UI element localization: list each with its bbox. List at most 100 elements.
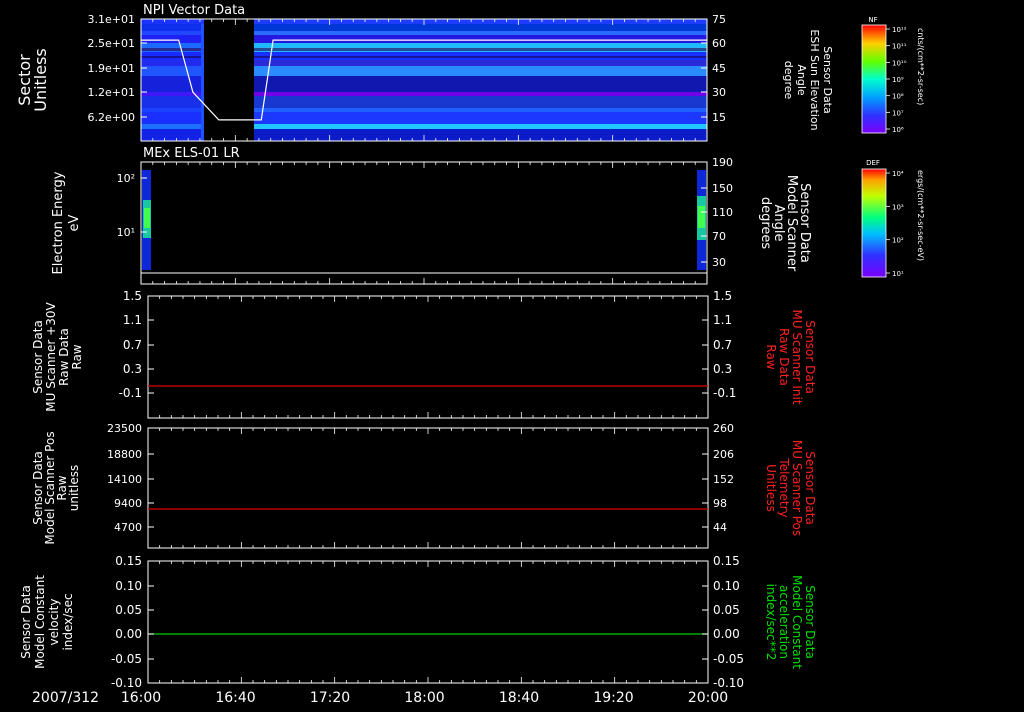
time-tick-label: 19:20 xyxy=(593,690,633,706)
left-tick-label: 0.00 xyxy=(115,627,142,641)
colorbar-def-title: DEF xyxy=(866,159,880,167)
right-axis-label: degree xyxy=(782,61,795,100)
left-tick-label: 0.3 xyxy=(123,362,142,376)
left-axis-label: Sensor Data xyxy=(19,585,33,659)
right-tick-label: 45 xyxy=(712,62,726,75)
scanner-30v-plot-frame xyxy=(147,295,709,419)
right-tick-label: 60 xyxy=(712,37,726,50)
npi-gap-edge xyxy=(201,24,204,141)
els-title: MEx ELS-01 LR xyxy=(143,146,240,161)
colorbar-nf-scale xyxy=(861,24,887,134)
scanner-pos-plot-frame xyxy=(147,427,709,549)
left-tick-label: 3.1e+01 xyxy=(88,13,135,26)
right-tick-label: 98 xyxy=(713,497,727,510)
colorbar-tick-label: 10⁹ xyxy=(892,76,904,84)
time-tick-label: 20:00 xyxy=(688,690,728,706)
right-axis-label: Raw xyxy=(764,344,778,369)
right-axis-label: MU Scanner Pos xyxy=(790,440,804,536)
left-axis-label: unitless xyxy=(67,465,81,511)
left-axis-label: Sensor Data xyxy=(31,320,45,394)
colorbar-tick-label: 10⁷ xyxy=(892,109,904,117)
right-axis-label: Raw Data xyxy=(777,328,791,386)
right-tick-label: 15 xyxy=(712,111,726,124)
colorbar-tick-label: 10⁶ xyxy=(892,126,904,134)
left-tick-label: 1.5 xyxy=(123,289,142,303)
time-tick-label: 18:00 xyxy=(404,690,444,706)
right-tick-label: 1.5 xyxy=(713,289,732,303)
right-axis-label: Angle xyxy=(795,64,808,96)
left-tick-label: -0.1 xyxy=(119,386,142,400)
right-tick-label: 1.1 xyxy=(713,313,732,327)
right-tick-label: -0.1 xyxy=(713,386,736,400)
right-tick-label: 0.7 xyxy=(713,338,732,352)
right-tick-label: 152 xyxy=(713,473,734,486)
right-axis-label: Model Constant xyxy=(790,575,804,669)
colorbar-tick-label: 10¹⁰ xyxy=(892,59,907,67)
right-axis-label: Sensor Data xyxy=(803,320,817,394)
left-tick-label: 2.5e+01 xyxy=(88,37,135,50)
left-tick-label: -0.05 xyxy=(111,652,142,666)
colorbar-nf-unit: cnts/(cm**2-sr-sec) xyxy=(916,28,925,105)
left-axis-label: index/sec xyxy=(61,593,75,650)
left-tick-label: 6.2e+00 xyxy=(88,111,135,124)
colorbar-def-scale xyxy=(861,168,887,278)
left-tick-label: 9400 xyxy=(114,497,142,510)
left-tick-label: 0.05 xyxy=(115,603,142,617)
left-tick-label: 23500 xyxy=(107,422,142,435)
left-tick-label: 0.10 xyxy=(115,579,142,593)
right-tick-label: 30 xyxy=(712,86,726,99)
right-axis-label: Sensor Data xyxy=(803,585,817,659)
npi-title: NPI Vector Data xyxy=(143,3,245,18)
left-tick-label: 1.2e+01 xyxy=(88,86,135,99)
left-axis-label: eV xyxy=(67,214,82,231)
panel-model-constant xyxy=(147,560,709,684)
right-axis-label: Sensor Data xyxy=(821,46,834,113)
left-axis-label: Unitless xyxy=(31,48,50,112)
left-tick-label: 10² xyxy=(117,172,135,185)
right-axis-label: degrees xyxy=(758,197,773,250)
left-tick-label: 18800 xyxy=(107,448,142,461)
colorbar-tick-label: 10⁴ xyxy=(892,170,904,178)
npi-data-gap xyxy=(204,19,254,141)
right-axis-label: MU Scanner Init xyxy=(790,309,804,404)
left-axis-label: Electron Energy xyxy=(51,171,66,274)
npi-band xyxy=(141,19,201,141)
time-tick-label: 16:40 xyxy=(215,690,255,706)
colorbar-nf-title: NF xyxy=(868,16,877,24)
right-tick-label: 0.00 xyxy=(713,627,740,641)
right-tick-label: 0.15 xyxy=(713,554,740,568)
right-axis-label: Unitless xyxy=(764,464,778,512)
els-burst-right xyxy=(698,206,705,228)
time-tick-label: 18:40 xyxy=(499,690,539,706)
left-axis-label: Model Constant xyxy=(33,575,47,669)
right-tick-label: 0.3 xyxy=(713,362,732,376)
left-tick-label: 0.7 xyxy=(123,338,142,352)
colorbar-tick-label: 10³ xyxy=(892,203,904,211)
right-axis-label: ESH Sun Elevation xyxy=(808,29,821,130)
els-plot-area xyxy=(141,162,707,284)
right-axis-label: Telemetry xyxy=(777,457,791,517)
left-tick-label: 4700 xyxy=(114,521,142,534)
left-axis-label: MU Scanner +30V xyxy=(44,302,58,412)
left-tick-label: 1.1 xyxy=(123,313,142,327)
time-axis: 16:00 16:40 17:20 18:00 18:40 19:20 20:00 xyxy=(121,690,728,706)
right-tick-label: 150 xyxy=(712,182,733,195)
colorbar-tick-label: 10¹² xyxy=(892,26,907,34)
left-axis-label: Raw Data xyxy=(57,328,71,386)
colorbar-tick-label: 10¹¹ xyxy=(892,43,907,51)
right-axis-label: acceleration xyxy=(777,585,791,659)
right-tick-label: 110 xyxy=(712,206,733,219)
left-tick-label: 0.15 xyxy=(115,554,142,568)
els-burst-left xyxy=(144,208,150,228)
panel-scanner-30v xyxy=(147,295,709,419)
colorbar-tick-label: 10⁸ xyxy=(892,93,904,101)
left-axis-label: velocity xyxy=(47,599,61,646)
right-tick-label: 0.10 xyxy=(713,579,740,593)
colorbar-tick-label: 10² xyxy=(892,237,904,245)
panel-scanner-pos xyxy=(147,427,709,549)
colorbar-tick-label: 10¹ xyxy=(892,270,904,278)
right-tick-label: 75 xyxy=(712,13,726,26)
right-tick-label: -0.10 xyxy=(713,676,744,690)
colorbar-ticks: 10¹² 10¹¹ 10¹⁰ 10⁹ 10⁸ 10⁷ 10⁶ 10⁴ 10³ 10² 10¹ xyxy=(886,26,907,278)
right-tick-label: 44 xyxy=(713,521,727,534)
